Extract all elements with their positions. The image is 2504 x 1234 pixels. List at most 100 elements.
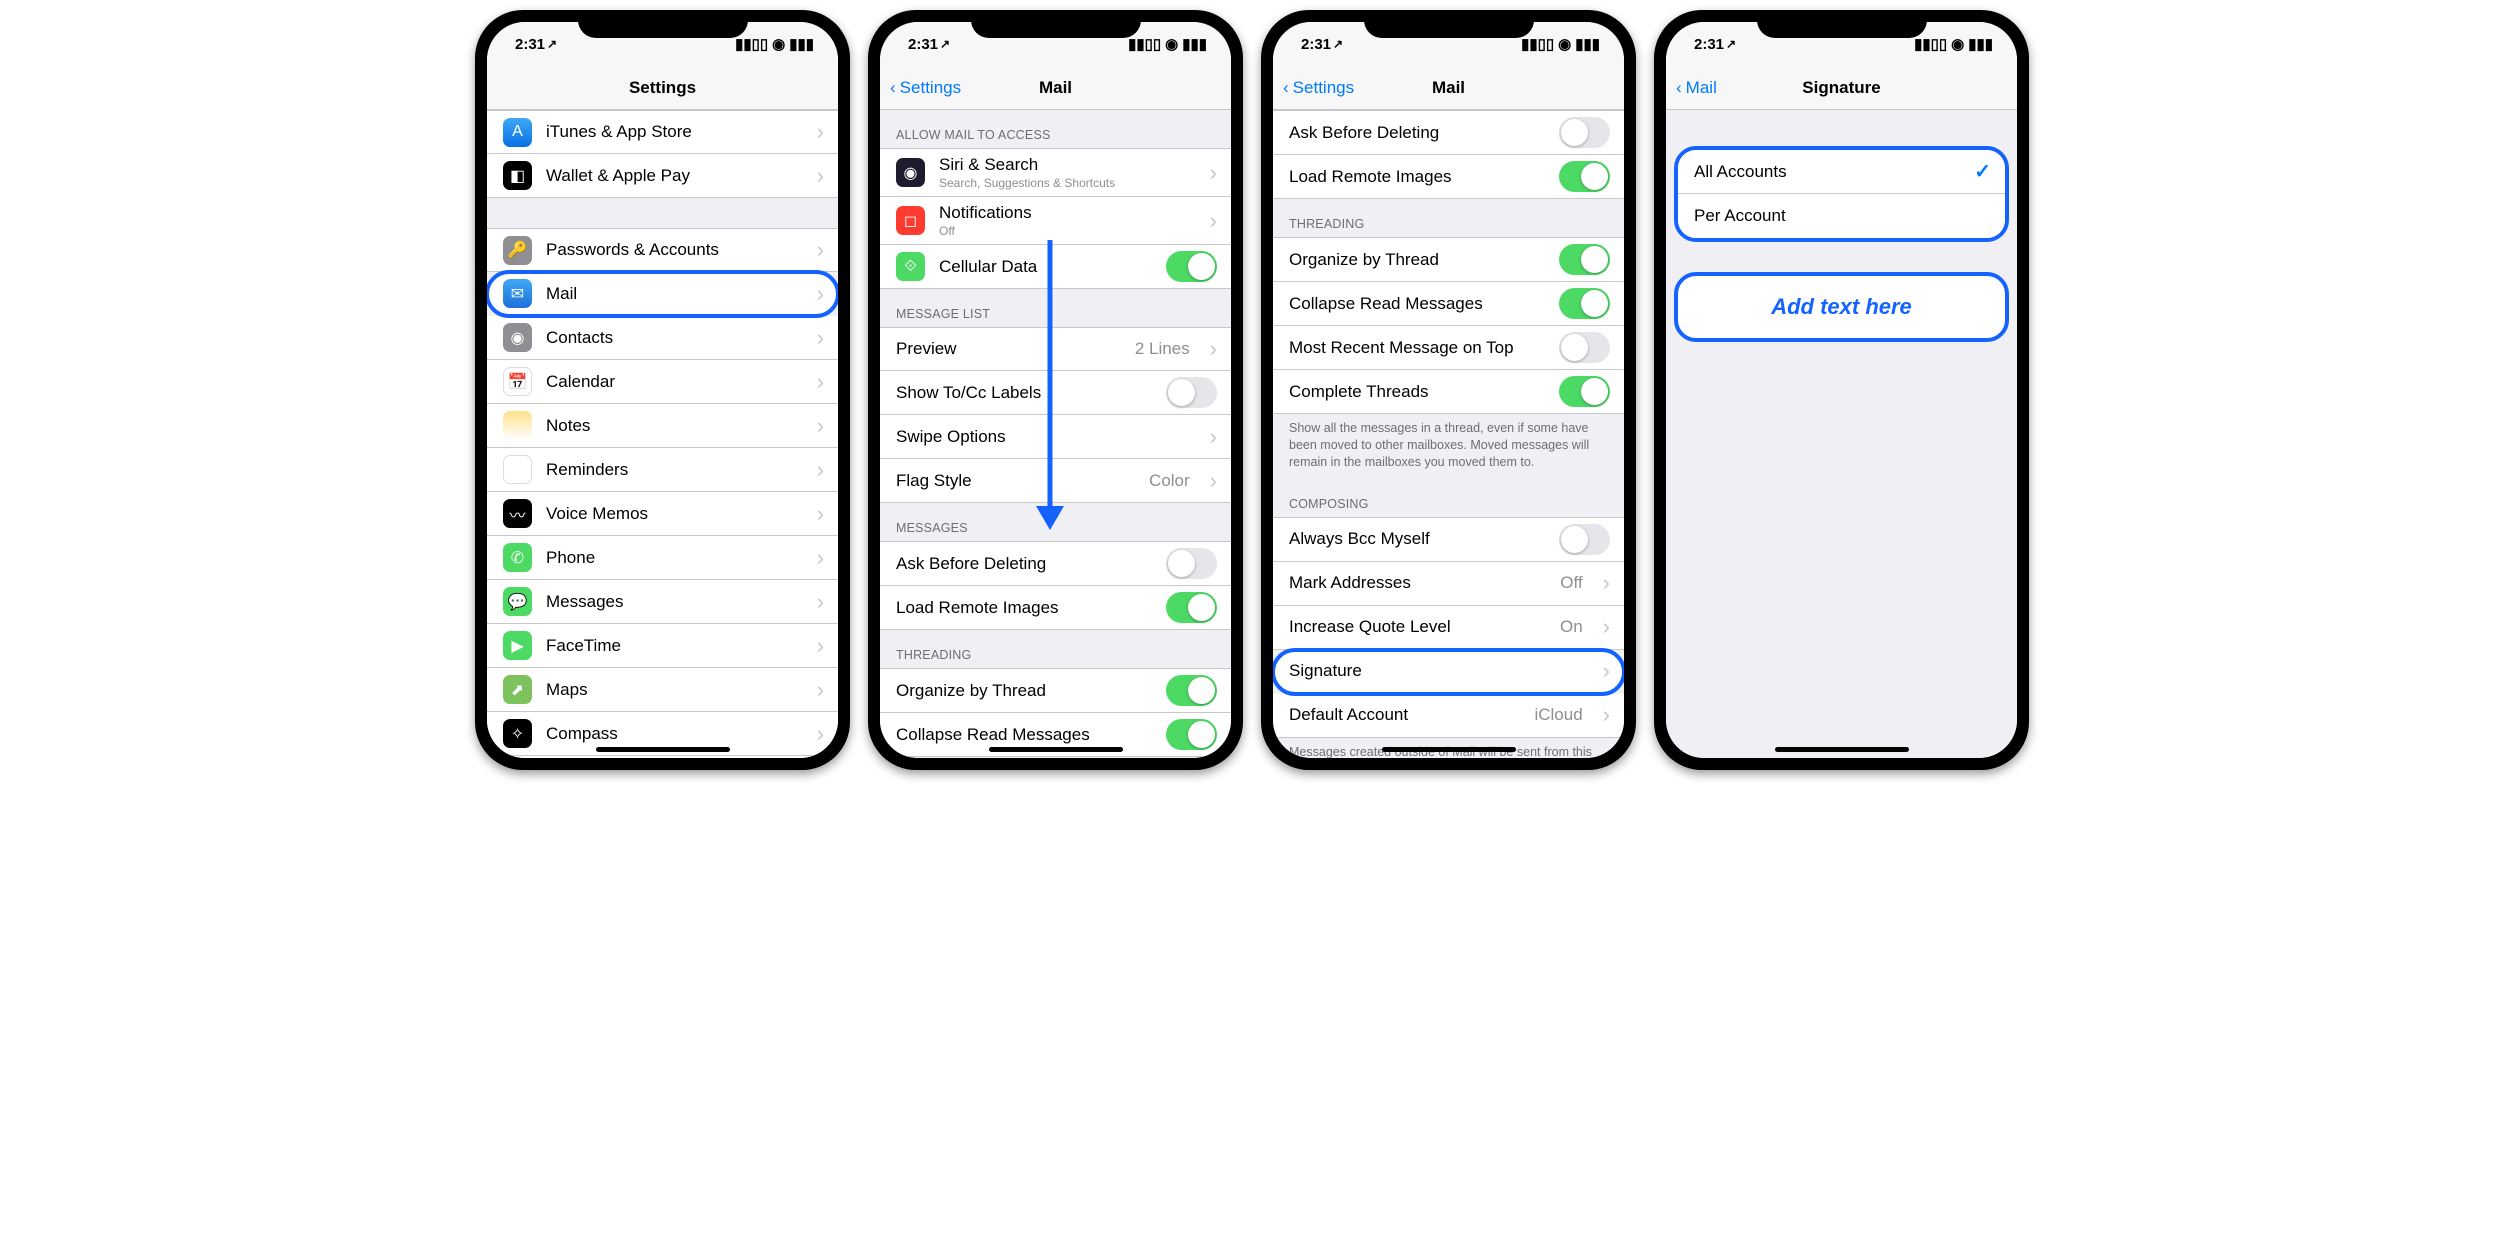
- row-maps[interactable]: ⬈Maps›: [487, 668, 838, 712]
- row-most-recent-top[interactable]: Most Recent Message on Top: [1273, 326, 1624, 370]
- settings-list[interactable]: AiTunes & App Store› ◧Wallet & Apple Pay…: [487, 110, 838, 758]
- section-header-messages: MESSAGES: [880, 503, 1231, 541]
- status-icons: ▮▮▯▯ ◉ ▮▮▮: [735, 35, 814, 53]
- facetime-icon: ▶: [503, 631, 532, 660]
- status-bar: 2:31↗ ▮▮▯▯ ◉ ▮▮▮: [487, 22, 838, 66]
- row-organize-by-thread[interactable]: Organize by Thread: [1273, 237, 1624, 282]
- row-reminders[interactable]: ⦿Reminders›: [487, 448, 838, 492]
- signature-text-field[interactable]: Add text here: [1674, 272, 2009, 342]
- chevron-icon: ›: [1603, 616, 1610, 638]
- toggle-bcc[interactable]: [1559, 524, 1610, 555]
- toggle-remote-images[interactable]: [1559, 161, 1610, 192]
- nav-title: Signature: [1666, 78, 2017, 98]
- chevron-icon: ›: [1210, 162, 1217, 184]
- row-all-accounts[interactable]: All Accounts✓: [1678, 150, 2005, 194]
- nav-bar: Settings: [487, 66, 838, 110]
- chevron-left-icon: ‹: [1283, 78, 1289, 98]
- mail-icon: ✉: [503, 279, 532, 308]
- chevron-icon: ›: [817, 635, 824, 657]
- row-ask-before-deleting[interactable]: Ask Before Deleting: [1273, 110, 1624, 155]
- chevron-icon: ›: [1603, 704, 1610, 726]
- signature-placeholder-annotation: Add text here: [1678, 276, 2005, 338]
- toggle-ask-delete[interactable]: [1559, 117, 1610, 148]
- row-complete-threads[interactable]: Complete Threads: [1273, 370, 1624, 414]
- chevron-icon: ›: [817, 547, 824, 569]
- row-wallet-apple-pay[interactable]: ◧Wallet & Apple Pay›: [487, 154, 838, 198]
- row-siri-search[interactable]: ◉Siri & SearchSearch, Suggestions & Shor…: [880, 148, 1231, 197]
- status-bar: 2:31↗ ▮▮▯▯◉▮▮▮: [1666, 22, 2017, 66]
- chevron-icon: ›: [817, 121, 824, 143]
- home-indicator[interactable]: [1382, 747, 1516, 752]
- chevron-icon: ›: [817, 283, 824, 305]
- row-load-remote-images[interactable]: Load Remote Images: [1273, 155, 1624, 199]
- row-contacts[interactable]: ◉Contacts›: [487, 316, 838, 360]
- toggle-ask-delete[interactable]: [1166, 548, 1217, 579]
- toggle-to-cc[interactable]: [1166, 377, 1217, 408]
- toggle-remote-images[interactable]: [1166, 592, 1217, 623]
- phone-3: 2:31↗ ▮▮▯▯◉▮▮▮ ‹Settings Mail Ask Before…: [1261, 10, 1636, 770]
- section-header-message-list: MESSAGE LIST: [880, 289, 1231, 327]
- back-button[interactable]: ‹Settings: [880, 78, 961, 98]
- row-load-remote-images[interactable]: Load Remote Images: [880, 586, 1231, 630]
- row-always-bcc[interactable]: Always Bcc Myself: [1273, 517, 1624, 562]
- section-header-access: ALLOW MAIL TO ACCESS: [880, 110, 1231, 148]
- toggle-collapse-read[interactable]: [1559, 288, 1610, 319]
- home-indicator[interactable]: [1775, 747, 1909, 752]
- phone-2: 2:31↗ ▮▮▯▯◉▮▮▮ ‹Settings Mail ALLOW MAIL…: [868, 10, 1243, 770]
- row-measure[interactable]: ▭Measure›: [487, 756, 838, 758]
- phone-icon: ✆: [503, 543, 532, 572]
- checkmark-icon: ✓: [1974, 159, 1991, 184]
- signature-settings[interactable]: All Accounts✓ Per Account Add text here: [1666, 110, 2017, 758]
- toggle-complete-threads[interactable]: [1559, 376, 1610, 407]
- row-per-account[interactable]: Per Account: [1678, 194, 2005, 238]
- itunes-icon: A: [503, 118, 532, 147]
- chevron-icon: ›: [1210, 426, 1217, 448]
- toggle-organize-thread[interactable]: [1559, 244, 1610, 275]
- row-signature[interactable]: Signature›: [1273, 650, 1624, 694]
- siri-icon: ◉: [896, 158, 925, 187]
- row-calendar[interactable]: 📅Calendar›: [487, 360, 838, 404]
- row-swipe-options[interactable]: Swipe Options›: [880, 415, 1231, 459]
- row-phone[interactable]: ✆Phone›: [487, 536, 838, 580]
- back-button[interactable]: ‹Mail: [1666, 78, 1717, 98]
- row-notifications[interactable]: ◻NotificationsOff›: [880, 197, 1231, 245]
- chevron-icon: ›: [817, 723, 824, 745]
- row-flag-style[interactable]: Flag StyleColor›: [880, 459, 1231, 503]
- row-cellular-data[interactable]: ⟐Cellular Data: [880, 245, 1231, 289]
- chevron-icon: ›: [1210, 338, 1217, 360]
- row-default-account[interactable]: Default AccountiCloud›: [1273, 694, 1624, 738]
- row-preview[interactable]: Preview2 Lines›: [880, 327, 1231, 371]
- row-itunes-app-store[interactable]: AiTunes & App Store›: [487, 110, 838, 154]
- row-mail[interactable]: ✉Mail›: [487, 272, 838, 316]
- wallet-icon: ◧: [503, 161, 532, 190]
- row-mark-addresses[interactable]: Mark AddressesOff›: [1273, 562, 1624, 606]
- mail-settings-list-scrolled[interactable]: Ask Before Deleting Load Remote Images T…: [1273, 110, 1624, 758]
- row-passwords-accounts[interactable]: 🔑Passwords & Accounts›: [487, 228, 838, 272]
- toggle-recent-top[interactable]: [1559, 332, 1610, 363]
- row-facetime[interactable]: ▶FaceTime›: [487, 624, 838, 668]
- phone-4: 2:31↗ ▮▮▯▯◉▮▮▮ ‹Mail Signature All Accou…: [1654, 10, 2029, 770]
- nav-bar: ‹Settings Mail: [1273, 66, 1624, 110]
- home-indicator[interactable]: [989, 747, 1123, 752]
- back-button[interactable]: ‹Settings: [1273, 78, 1354, 98]
- row-show-to-cc[interactable]: Show To/Cc Labels: [880, 371, 1231, 415]
- signature-scope-group: All Accounts✓ Per Account: [1674, 146, 2009, 242]
- row-ask-before-deleting[interactable]: Ask Before Deleting: [880, 541, 1231, 586]
- chevron-icon: ›: [1603, 572, 1610, 594]
- row-collapse-read[interactable]: Collapse Read Messages: [1273, 282, 1624, 326]
- toggle-cellular[interactable]: [1166, 251, 1217, 282]
- row-voice-memos[interactable]: 〰Voice Memos›: [487, 492, 838, 536]
- section-header-composing: COMPOSING: [1273, 479, 1624, 517]
- toggle-organize-thread[interactable]: [1166, 675, 1217, 706]
- row-increase-quote[interactable]: Increase Quote LevelOn›: [1273, 606, 1624, 650]
- chevron-left-icon: ‹: [890, 78, 896, 98]
- home-indicator[interactable]: [596, 747, 730, 752]
- mail-settings-list[interactable]: ALLOW MAIL TO ACCESS ◉Siri & SearchSearc…: [880, 110, 1231, 758]
- row-notes[interactable]: Notes›: [487, 404, 838, 448]
- threading-footer: Show all the messages in a thread, even …: [1273, 414, 1624, 479]
- chevron-icon: ›: [1210, 470, 1217, 492]
- row-messages[interactable]: 💬Messages›: [487, 580, 838, 624]
- row-organize-by-thread[interactable]: Organize by Thread: [880, 668, 1231, 713]
- chevron-icon: ›: [817, 415, 824, 437]
- toggle-collapse-read[interactable]: [1166, 719, 1217, 750]
